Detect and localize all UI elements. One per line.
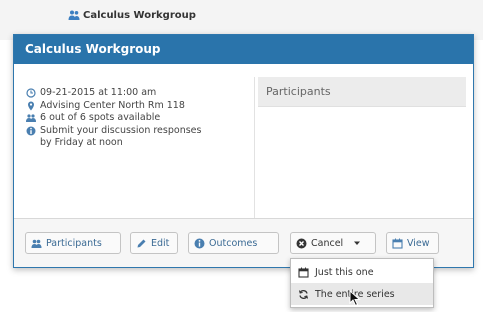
group-icon [26, 114, 36, 122]
cancel-dropdown-button[interactable]: Cancel [290, 232, 376, 254]
pencil-icon [137, 239, 146, 247]
calendar-icon [392, 238, 403, 249]
event-modal: Calculus Workgroup 09-21-2015 at 11:00 a… [13, 34, 474, 268]
detail-note: Submit your discussion responses by Frid… [26, 125, 246, 150]
modal-title: Calculus Workgroup [14, 35, 473, 64]
refresh-icon [298, 289, 309, 299]
edit-button[interactable]: Edit [130, 232, 178, 254]
cancel-dropdown-menu: Just this one The entire series [290, 258, 434, 308]
info-icon [26, 126, 36, 135]
info-icon [194, 238, 205, 248]
detail-location: Advising Center North Rm 118 [26, 100, 246, 113]
participants-button[interactable]: Participants [25, 232, 121, 254]
event-details: 09-21-2015 at 11:00 am Advising Center N… [26, 87, 246, 150]
mouse-pointer-icon [349, 290, 361, 307]
calendar-event-entry[interactable]: Calculus Workgroup [68, 9, 196, 21]
menu-item-entire-series[interactable]: The entire series [291, 283, 433, 305]
group-icon [31, 239, 42, 248]
detail-datetime: 09-21-2015 at 11:00 am [26, 87, 246, 100]
view-button[interactable]: View [386, 232, 439, 254]
map-marker-icon [28, 101, 34, 110]
cancel-circle-icon [296, 238, 307, 248]
caret-down-icon [354, 241, 361, 245]
calendar-icon [298, 267, 309, 278]
menu-item-just-this-one[interactable]: Just this one [291, 261, 433, 283]
people-icon [68, 10, 80, 20]
outcomes-button[interactable]: Outcomes [188, 232, 279, 254]
calendar-event-title: Calculus Workgroup [83, 9, 196, 21]
detail-availability: 6 out of 6 spots available [26, 112, 246, 125]
participants-heading: Participants [258, 77, 466, 107]
clock-icon [26, 88, 36, 98]
